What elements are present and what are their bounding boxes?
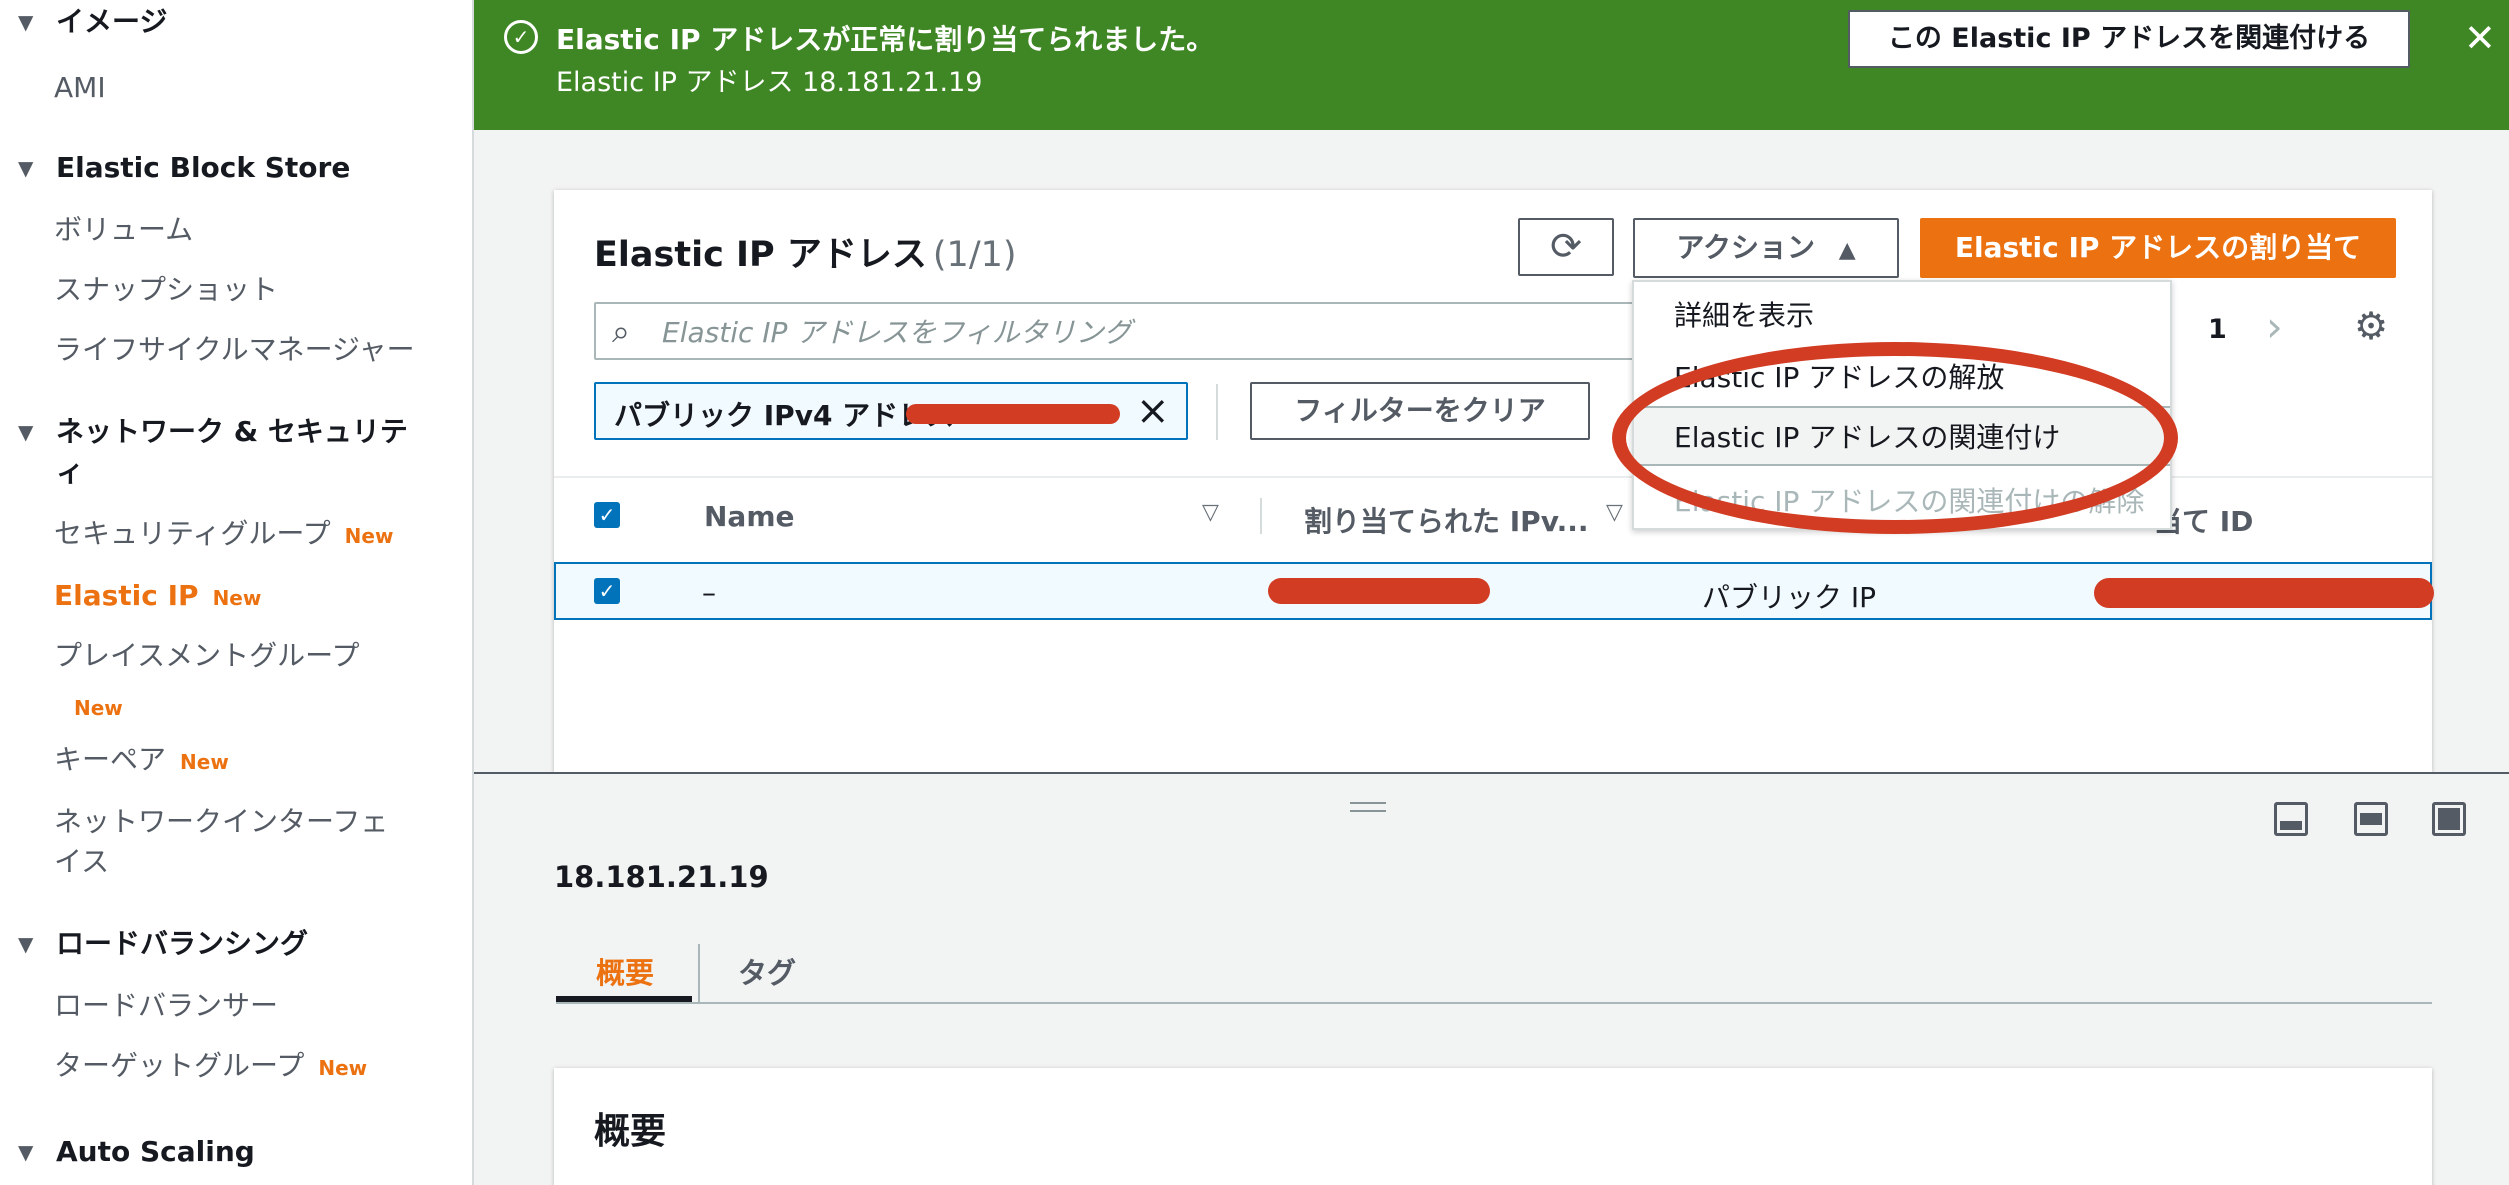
search-icon: ⌕ — [612, 312, 630, 350]
caret-down-icon: ▼ — [18, 156, 34, 180]
filter-token: パブリック IPv4 アドレス × — [594, 382, 1188, 440]
sidebar-item-elastic-ip[interactable]: Elastic IP New — [54, 576, 261, 618]
gear-icon[interactable]: ⚙ — [2354, 304, 2388, 348]
sort-icon[interactable]: ▽ — [1606, 500, 1623, 525]
details-pane: 18.181.21.19 概要 タグ 概要 — [474, 772, 2509, 1185]
new-badge: New — [180, 750, 229, 774]
sidebar-item-load-balancers[interactable]: ロードバランサー — [54, 986, 278, 1026]
row-name: – — [702, 576, 716, 609]
divider — [1216, 384, 1218, 440]
chevron-right-icon[interactable]: › — [2266, 302, 2283, 351]
sidebar-item-ami[interactable]: AMI — [54, 68, 106, 108]
remove-filter-icon[interactable]: × — [1136, 388, 1170, 434]
new-badge: New — [344, 524, 394, 548]
sidebar-item-key-pairs[interactable]: キーペア New — [54, 740, 229, 782]
sidebar-item-network-interfaces[interactable]: ネットワークインターフェイス — [54, 802, 414, 882]
redaction-mark — [1268, 578, 1490, 604]
sidebar-item-target-groups[interactable]: ターゲットグループ New — [54, 1046, 367, 1088]
details-tabs: 概要 タグ — [556, 934, 2432, 1004]
page-number[interactable]: 1 — [2208, 314, 2227, 345]
summary-title: 概要 — [594, 1111, 667, 1152]
actions-dropdown-button[interactable]: アクション ▲ — [1633, 218, 1899, 278]
select-all-checkbox[interactable]: ✓ — [594, 502, 620, 528]
success-banner: ✓ Elastic IP アドレスが正常に割り当てられました。 Elastic … — [474, 0, 2509, 130]
sidebar-section-images[interactable]: ▼ イメージ — [18, 2, 167, 42]
caret-up-icon: ▲ — [1838, 238, 1856, 263]
sidebar-section-network-security[interactable]: ▼ ネットワーク & セキュリティ — [18, 412, 418, 492]
caret-down-icon: ▼ — [18, 420, 34, 444]
selection-count: (1/1) — [932, 235, 1017, 275]
column-header-allocated-ip[interactable]: 割り当てられた IPv... — [1304, 500, 1589, 540]
banner-subtitle: Elastic IP アドレス 18.181.21.19 — [556, 67, 983, 98]
sidebar-item-snapshots[interactable]: スナップショット — [54, 270, 278, 310]
caret-down-icon: ▼ — [18, 10, 34, 34]
success-check-icon: ✓ — [504, 20, 538, 54]
search-input[interactable] — [662, 312, 1622, 352]
redaction-mark — [2094, 578, 2434, 608]
highlight-annotation — [1612, 342, 2178, 534]
clear-filters-button[interactable]: フィルターをクリア — [1250, 382, 1590, 440]
redaction-mark — [906, 404, 1120, 424]
details-ip-title: 18.181.21.19 — [554, 860, 769, 894]
table-row[interactable]: ✓ – パブリック IP — [554, 562, 2434, 620]
banner-title: Elastic IP アドレスが正常に割り当てられました。 — [556, 23, 1215, 56]
refresh-icon: ⟳ — [1550, 224, 1582, 268]
pane-side-icon[interactable] — [2354, 802, 2388, 836]
pane-bottom-icon[interactable] — [2274, 802, 2308, 836]
refresh-button[interactable]: ⟳ — [1518, 218, 1614, 276]
tab-tags[interactable]: タグ — [738, 950, 796, 992]
sidebar-item-placement-groups[interactable]: プレイスメントグループ — [54, 636, 359, 676]
new-badge: New — [74, 696, 123, 720]
active-tab-indicator — [556, 996, 692, 1002]
summary-card: 概要 — [554, 1068, 2432, 1185]
sidebar: ▼ イメージ AMI ▼ Elastic Block Store ボリューム ス… — [0, 0, 474, 1185]
close-icon[interactable]: ✕ — [2464, 18, 2496, 58]
new-badge: New — [212, 586, 262, 610]
column-header-name[interactable]: Name — [704, 500, 795, 533]
search-field[interactable]: ⌕ — [594, 302, 1654, 360]
sidebar-section-load-balancing[interactable]: ▼ ロードバランシング — [18, 924, 308, 964]
new-badge: New — [318, 1056, 368, 1080]
allocate-address-button[interactable]: Elastic IP アドレスの割り当て — [1920, 218, 2396, 278]
resize-handle[interactable] — [1350, 802, 1386, 812]
sidebar-item-volumes[interactable]: ボリューム — [54, 210, 193, 250]
sidebar-section-auto-scaling[interactable]: ▼ Auto Scaling — [18, 1132, 255, 1172]
panel-title: Elastic IP アドレス (1/1) — [594, 235, 1017, 275]
pane-full-icon[interactable] — [2432, 802, 2466, 836]
associate-address-button[interactable]: この Elastic IP アドレスを関連付ける — [1848, 10, 2410, 68]
sidebar-item-lifecycle-manager[interactable]: ライフサイクルマネージャー — [54, 330, 415, 370]
sort-icon[interactable]: ▽ — [1202, 500, 1219, 525]
caret-down-icon: ▼ — [18, 932, 34, 956]
tab-summary[interactable]: 概要 — [596, 950, 654, 992]
row-checkbox[interactable]: ✓ — [594, 578, 620, 604]
menu-item-view-details[interactable]: 詳細を表示 — [1674, 294, 1814, 334]
caret-down-icon: ▼ — [18, 1140, 34, 1164]
sidebar-item-security-groups[interactable]: セキュリティグループ New — [54, 514, 393, 556]
row-type: パブリック IP — [1702, 581, 1877, 614]
sidebar-section-ebs[interactable]: ▼ Elastic Block Store — [18, 148, 350, 188]
